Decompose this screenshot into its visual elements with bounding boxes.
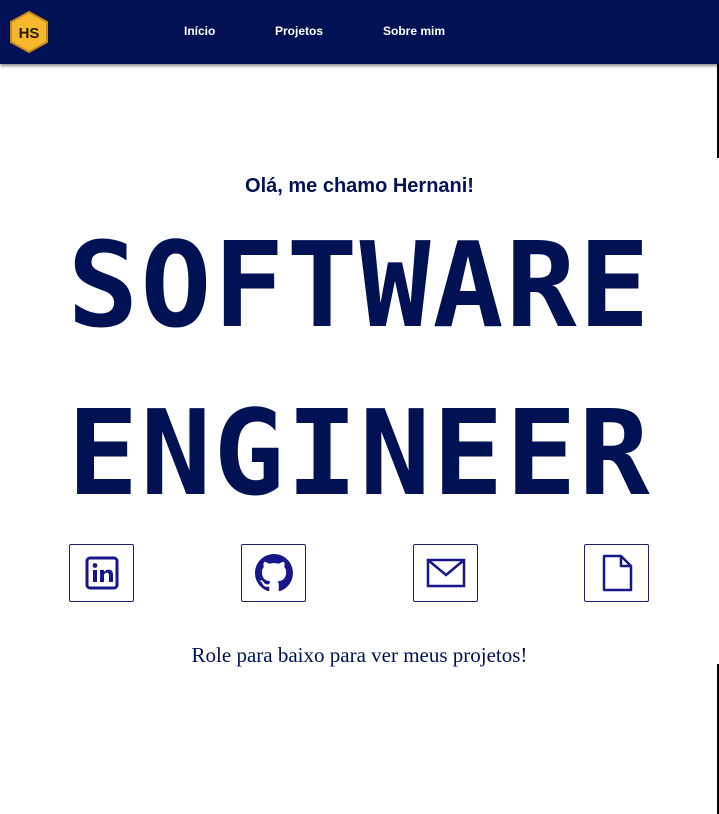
top-navbar: HS Início Projetos Sobre mim xyxy=(0,0,719,64)
resume-button[interactable] xyxy=(584,544,649,602)
greeting-text: Olá, me chamo Hernani! xyxy=(245,175,474,197)
logo[interactable]: HS xyxy=(8,10,50,54)
linkedin-button[interactable] xyxy=(69,544,134,602)
nav-link-projetos[interactable]: Projetos xyxy=(275,24,323,38)
headline-line-2: ENGINEER xyxy=(67,384,652,522)
document-icon xyxy=(602,554,632,592)
nav-link-inicio[interactable]: Início xyxy=(184,24,215,38)
scroll-hint-text: Role para baixo para ver meus projetos! xyxy=(191,643,528,667)
mail-icon xyxy=(426,558,465,588)
nav-link-sobre-mim[interactable]: Sobre mim xyxy=(383,24,445,38)
email-button[interactable] xyxy=(413,544,478,602)
linkedin-icon xyxy=(85,556,118,590)
github-icon xyxy=(254,554,293,592)
headline-line-1: SOFTWARE xyxy=(67,216,652,354)
github-button[interactable] xyxy=(241,544,306,602)
logo-hexagon-icon: HS xyxy=(10,10,48,54)
logo-text: HS xyxy=(19,25,40,42)
